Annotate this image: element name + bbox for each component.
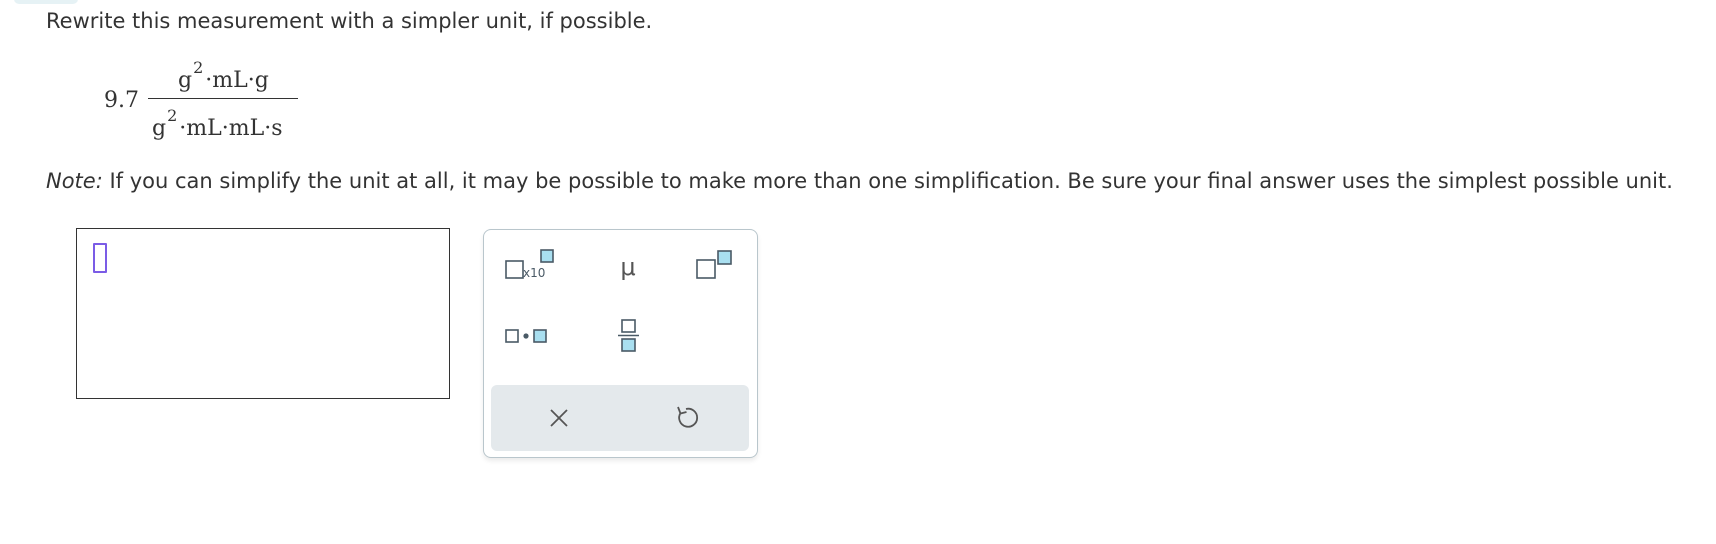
superscript-button[interactable] [687, 244, 749, 290]
note: Note: If you can simplify the unit at al… [46, 168, 1673, 194]
times-ten-label: x10 [523, 266, 545, 280]
unit-denominator: g2·mL·mL·s [152, 106, 283, 143]
times-ten-button[interactable]: x10 [496, 244, 558, 290]
math-palette: x10 μ [483, 229, 758, 458]
mu-icon: μ [620, 253, 636, 281]
coefficient: 9.7 [104, 88, 139, 113]
undo-icon [677, 406, 698, 428]
answer-input[interactable] [76, 228, 450, 399]
micro-button[interactable]: μ [597, 244, 659, 290]
numerator-rest: ·mL·g [205, 68, 269, 93]
unit-numerator: g2·mL·g [178, 58, 269, 95]
denominator-rest: ·mL·mL·s [179, 116, 283, 141]
top-tab-decoration [14, 0, 78, 4]
fraction-icon [618, 319, 639, 352]
denominator-base: g [152, 116, 167, 141]
denominator-exponent: 2 [167, 106, 178, 125]
superscript-icon [696, 250, 732, 279]
palette-action-bar [491, 385, 749, 451]
input-cursor-placeholder[interactable] [93, 243, 107, 273]
question-prompt: Rewrite this measurement with a simpler … [46, 9, 653, 33]
note-label: Note: [46, 169, 103, 193]
numerator-exponent: 2 [193, 58, 204, 77]
close-icon [550, 409, 568, 427]
fraction-button[interactable] [597, 312, 659, 358]
undo-button[interactable] [655, 395, 717, 441]
multiply-dot-button[interactable] [496, 312, 558, 358]
note-text: If you can simplify the unit at all, it … [102, 169, 1673, 193]
numerator-base: g [178, 68, 193, 93]
fraction-bar [148, 98, 298, 99]
dot-product-icon [505, 329, 547, 343]
clear-button[interactable] [528, 395, 590, 441]
times-ten-icon: x10 [505, 249, 554, 280]
